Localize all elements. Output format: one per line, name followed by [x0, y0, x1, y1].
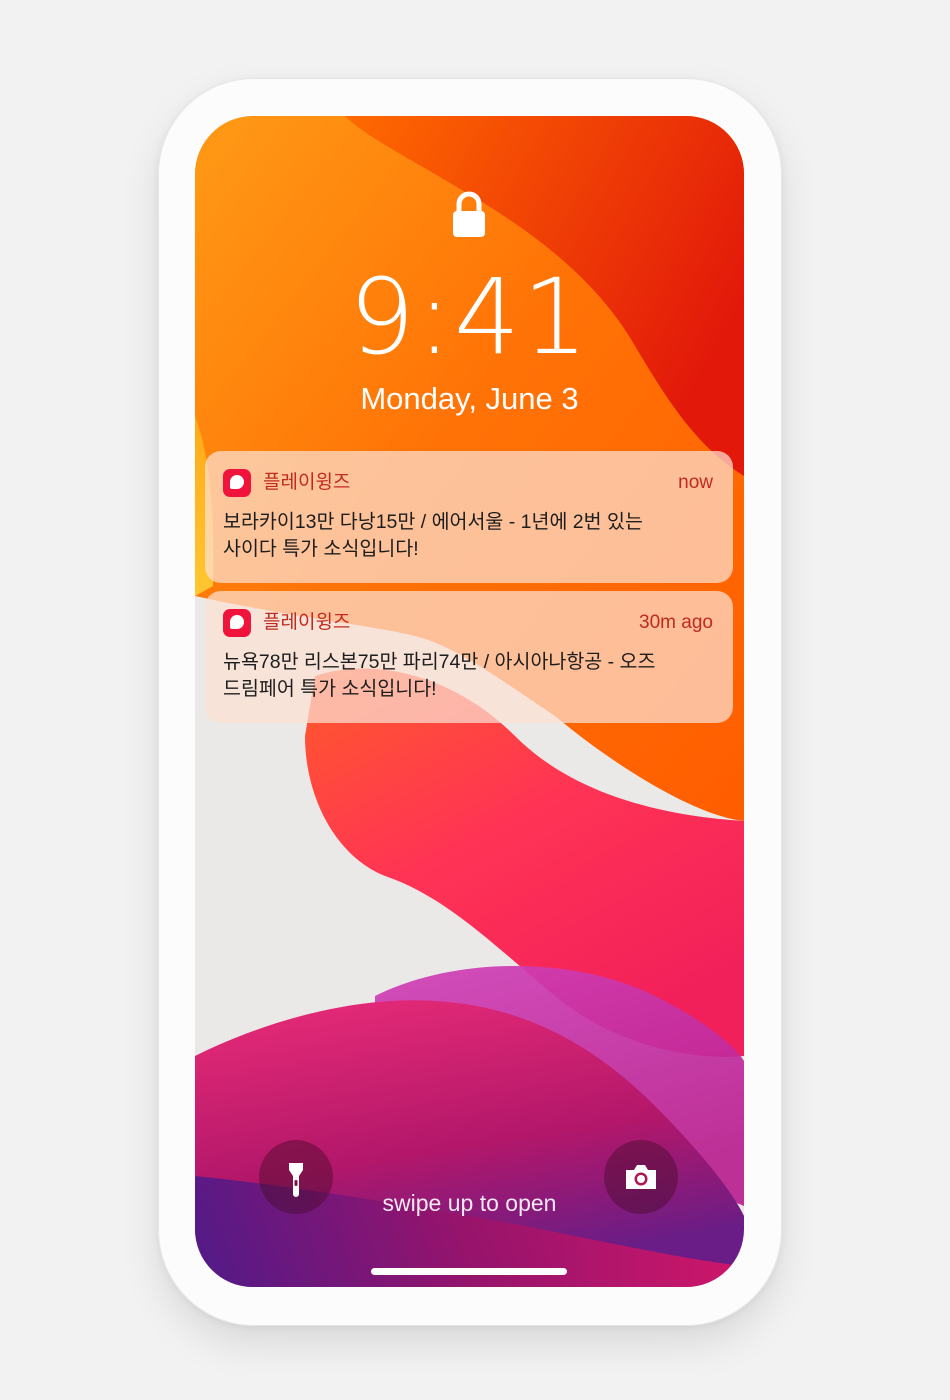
- lock-screen[interactable]: 9:41 Monday, June 3 플레이윙즈 now 보라카이13만 다낭…: [195, 116, 744, 1287]
- notification-body: 보라카이13만 다낭15만 / 에어서울 - 1년에 2번 있는 사이다 특가 …: [223, 511, 643, 560]
- notification-card[interactable]: 플레이윙즈 30m ago 뉴욕78만 리스본75만 파리74만 / 아시아나항…: [205, 591, 733, 723]
- notification-app-name: 플레이윙즈: [263, 472, 351, 493]
- notification-card[interactable]: 플레이윙즈 now 보라카이13만 다낭15만 / 에어서울 - 1년에 2번 …: [205, 451, 733, 583]
- home-indicator[interactable]: [371, 1268, 567, 1275]
- app-icon: [223, 469, 251, 497]
- notification-time: 30m ago: [639, 612, 713, 633]
- lock-icon: [453, 191, 485, 237]
- swipe-hint: swipe up to open: [382, 1190, 557, 1216]
- app-icon: [223, 609, 251, 637]
- clock-date: Monday, June 3: [360, 381, 579, 416]
- notification-body: 뉴욕78만 리스본75만 파리74만 / 아시아나항공 - 오즈 드림페어 특가…: [223, 651, 656, 700]
- notification-time: now: [678, 472, 713, 493]
- notification-app-name: 플레이윙즈: [263, 612, 351, 633]
- page: 9:41 Monday, June 3 플레이윙즈 now 보라카이13만 다낭…: [0, 0, 950, 1400]
- clock-time: 9:41: [348, 256, 591, 378]
